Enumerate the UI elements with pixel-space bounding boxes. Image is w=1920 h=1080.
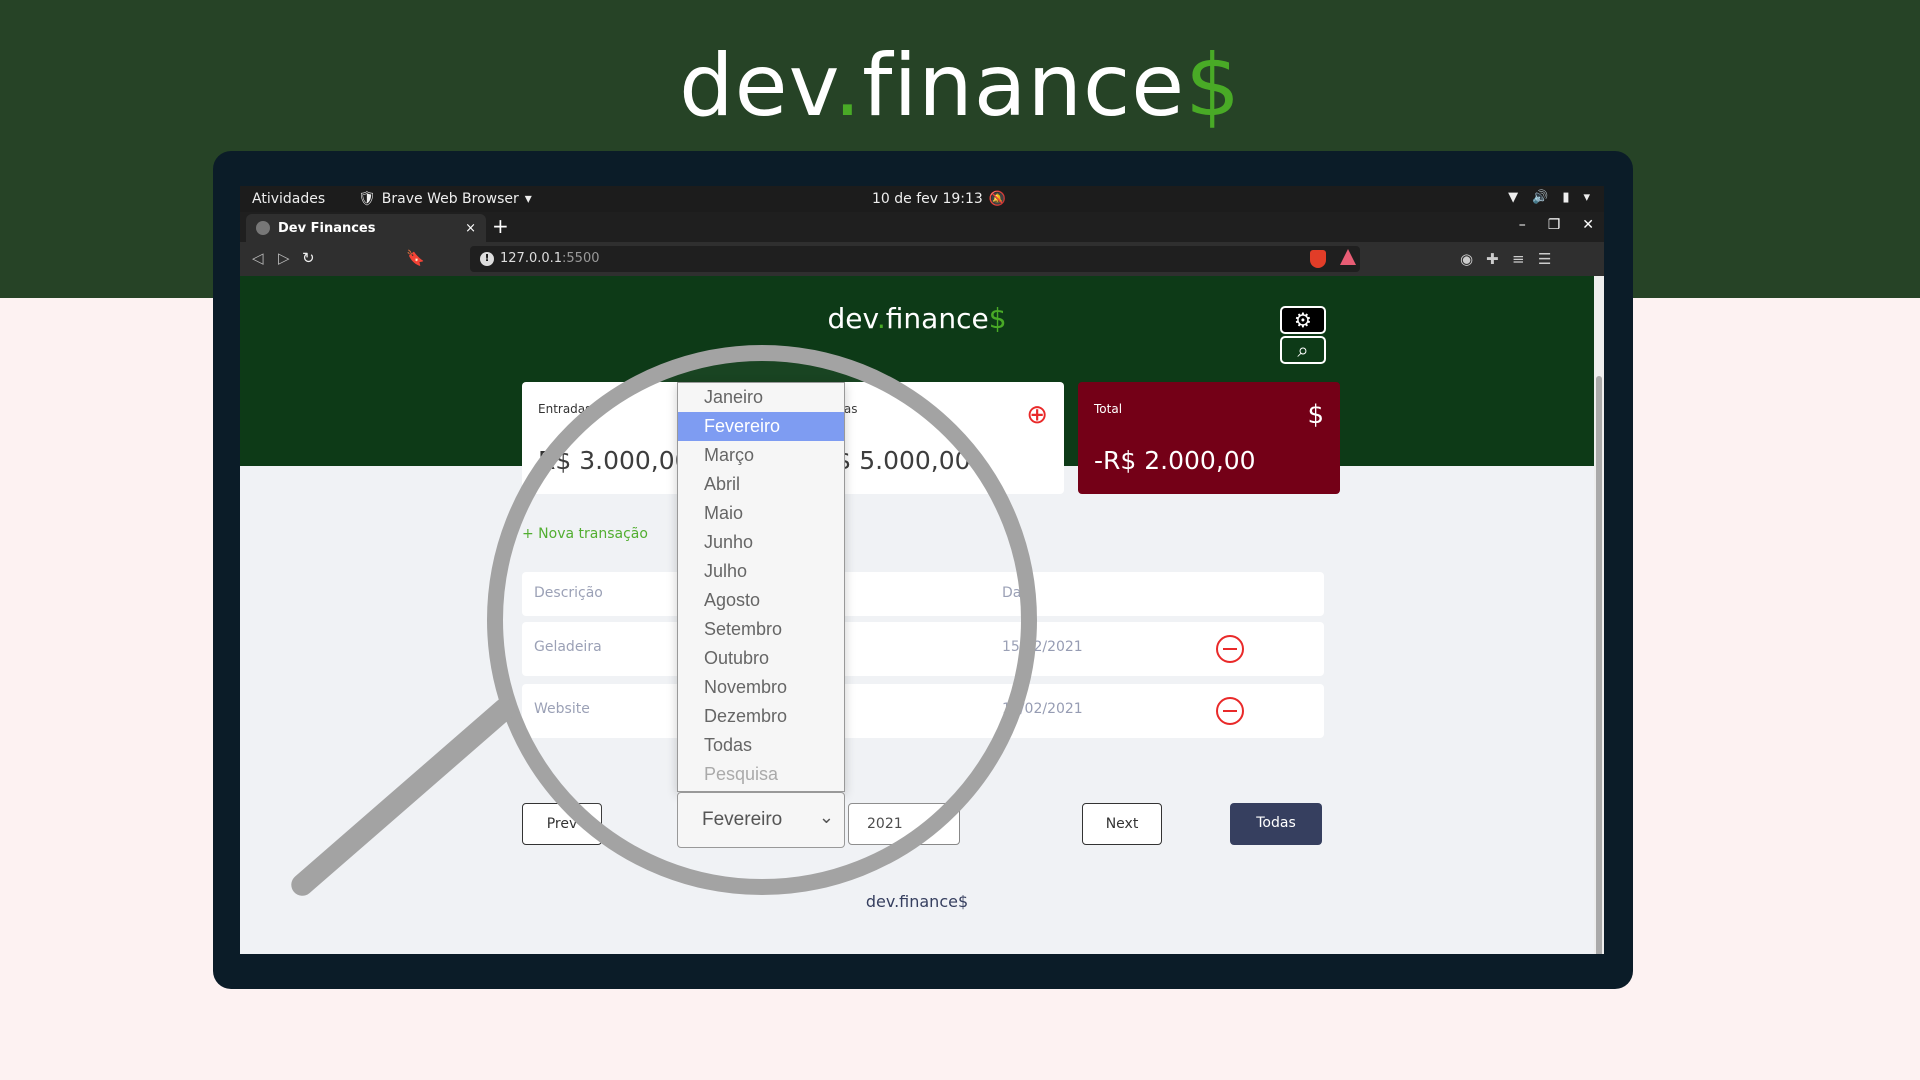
back-icon[interactable]: ◁ (252, 249, 264, 267)
month-option[interactable]: Julho (678, 557, 844, 586)
vpn-icon[interactable]: ◉ (1460, 250, 1473, 268)
globe-icon (256, 221, 270, 235)
search-icon: ⌕ (1297, 338, 1309, 362)
month-option[interactable]: Agosto (678, 586, 844, 615)
app-menu[interactable]: 🛡 Brave Web Browser ▾ (358, 191, 532, 207)
extensions-icon[interactable]: ✚ (1486, 250, 1499, 268)
page-footer: dev.finance$ (865, 892, 969, 911)
month-option[interactable]: Junho (678, 528, 844, 557)
total-label: Total (1094, 402, 1123, 416)
month-option[interactable]: Dezembro (678, 702, 844, 731)
month-option[interactable]: Novembro (678, 673, 844, 702)
activities-button[interactable]: Atividades (252, 191, 325, 207)
wifi-icon: ▼ (1508, 190, 1519, 205)
hero-title: dev.finance$ (679, 36, 1241, 136)
search-button[interactable]: ⌕ (1280, 336, 1326, 364)
brave-rewards-icon[interactable] (1340, 249, 1356, 265)
scrollbar-thumb[interactable] (1596, 376, 1602, 954)
remove-transaction-icon[interactable] (1216, 635, 1244, 663)
chevron-down-icon: ▾ (1583, 190, 1590, 205)
tab-bar: Dev Finances × + – ❐ ✕ (240, 212, 1604, 242)
chevron-down-icon: ⌄ (818, 807, 834, 827)
bell-off-icon: 🔕 (988, 191, 1007, 207)
chevron-down-icon: ▾ (524, 191, 532, 207)
url-input[interactable]: ! 127.0.0.1:5500 (470, 246, 1360, 272)
tab-title: Dev Finances (278, 220, 376, 236)
address-bar-row: ◁ ▷ ↻ 🔖 ! 127.0.0.1:5500 ◉ ✚ ≡ ☰ (240, 242, 1604, 276)
month-option[interactable]: Abril (678, 470, 844, 499)
next-button[interactable]: Next (1082, 803, 1162, 845)
window-controls: – ❐ ✕ (1519, 217, 1594, 233)
arrow-down-circle-icon: ⊕ (1026, 400, 1048, 430)
os-top-bar: Atividades 🛡 Brave Web Browser ▾ 10 de fev… (240, 186, 1604, 212)
dollar-icon: $ (1307, 400, 1324, 430)
month-option[interactable]: Todas (678, 731, 844, 760)
info-icon[interactable]: ! (480, 252, 494, 266)
all-button[interactable]: Todas (1230, 803, 1322, 845)
forward-icon[interactable]: ▷ (278, 249, 290, 267)
brave-shield-icon[interactable] (1310, 250, 1326, 268)
menu-icon[interactable]: ☰ (1538, 250, 1551, 268)
month-dropdown-list[interactable]: Janeiro Fevereiro Março Abril Maio Junho… (677, 382, 845, 792)
total-card: Total -R$ 2.000,00 $ (1078, 382, 1340, 494)
minimize-icon[interactable]: – (1519, 217, 1526, 233)
reload-icon[interactable]: ↻ (302, 249, 315, 267)
close-tab-button[interactable]: × (465, 221, 476, 236)
month-option[interactable]: Março (678, 441, 844, 470)
gear-icon: ⚙ (1294, 308, 1312, 332)
shield-icon: 🛡 (358, 191, 376, 207)
bookmark-icon[interactable]: 🔖 (406, 249, 425, 267)
tab-dev-finances[interactable]: Dev Finances × (246, 214, 486, 242)
volume-icon: 🔊 (1532, 190, 1549, 205)
app-logo: dev.finance$ (827, 302, 1007, 335)
settings-button[interactable]: ⚙ (1280, 306, 1326, 334)
close-icon[interactable]: ✕ (1582, 217, 1594, 233)
month-option[interactable]: Pesquisa (678, 760, 844, 789)
month-option-selected[interactable]: Fevereiro (678, 412, 844, 441)
month-option[interactable]: Janeiro (678, 383, 844, 412)
system-tray[interactable]: ▼ 🔊 ▮ ▾ (1508, 190, 1590, 205)
clock[interactable]: 10 de fev 19:13 🔕 (872, 191, 1006, 207)
remove-transaction-icon[interactable] (1216, 697, 1244, 725)
new-tab-button[interactable]: + (492, 214, 509, 238)
battery-icon: ▮ (1562, 190, 1570, 205)
month-option[interactable]: Outubro (678, 644, 844, 673)
month-option[interactable]: Maio (678, 499, 844, 528)
restore-icon[interactable]: ❐ (1548, 217, 1561, 233)
total-value: -R$ 2.000,00 (1094, 446, 1256, 475)
scrollbar[interactable] (1594, 276, 1604, 954)
month-option[interactable]: Setembro (678, 615, 844, 644)
month-select[interactable]: Fevereiro ⌄ (677, 792, 845, 848)
media-icon[interactable]: ≡ (1512, 250, 1525, 268)
